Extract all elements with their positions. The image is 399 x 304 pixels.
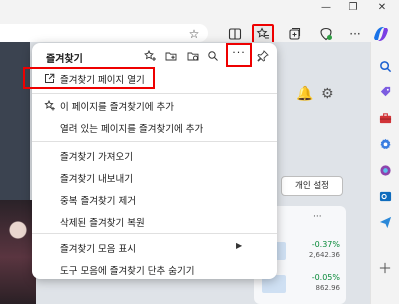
menu-export-favorites[interactable]: 즐겨찾기 내보내기 (32, 166, 277, 188)
sidebar-copilot-icon[interactable] (377, 162, 393, 178)
sidebar-tools-icon[interactable] (377, 110, 393, 126)
sidebar-games-icon[interactable] (377, 136, 393, 152)
menu-show-favorites-bar[interactable]: 즐겨찾기 모음 표시 ▶ (32, 236, 277, 258)
highlight-box (23, 67, 155, 89)
menu-remove-duplicates[interactable]: 중복 즐겨찾기 제거 (32, 188, 277, 210)
menu-add-this-page[interactable]: 이 페이지를 즐겨찾기에 추가 (32, 94, 277, 116)
stock-more-icon[interactable]: ··· (313, 212, 322, 222)
sidebar-add-icon[interactable] (377, 260, 393, 276)
close-icon[interactable]: ✕ (372, 2, 392, 13)
menu-item-label: 즐겨찾기 가져오기 (60, 152, 133, 163)
menu-restore-deleted[interactable]: 삭제된 즐겨찾기 복원 (32, 210, 277, 232)
star-add-icon (42, 98, 56, 112)
stock-value: 862.96 (315, 284, 341, 292)
menu-divider (32, 141, 277, 142)
address-bar[interactable] (0, 24, 208, 42)
star-icon[interactable]: ☆ (183, 24, 205, 44)
sidebar-shopping-icon[interactable] (377, 84, 393, 100)
menu-import-favorites[interactable]: 즐겨찾기 가져오기 (32, 144, 277, 166)
search-favorites-icon[interactable] (206, 49, 220, 63)
favorites-panel-title: 즐겨찾기 (46, 54, 83, 65)
menu-item-label: 도구 모음에 즐겨찾기 단추 숨기기 (60, 266, 195, 277)
favorites-button[interactable] (252, 24, 274, 44)
menu-item-label: 중복 즐겨찾기 제거 (60, 196, 136, 207)
stock-change: -0.37% (311, 240, 340, 249)
minimize-icon[interactable]: — (316, 2, 336, 13)
collections-icon[interactable] (284, 24, 306, 44)
personalize-settings-button[interactable]: 개인 설정 (281, 176, 343, 196)
sidebar-search-icon[interactable] (377, 58, 393, 74)
menu-item-label: 즐겨찾기 내보내기 (60, 174, 133, 185)
menu-add-open-pages[interactable]: 열려 있는 페이지를 즐겨찾기에 추가 (32, 116, 277, 138)
sidebar-send-icon[interactable] (377, 214, 393, 230)
stock-change: -0.05% (311, 273, 340, 282)
stock-value: 2,642.36 (308, 251, 340, 259)
article-image[interactable] (0, 200, 36, 304)
manage-favorites-icon[interactable] (186, 49, 200, 63)
pin-favorites-icon[interactable] (256, 49, 270, 63)
menu-hide-favorites-button[interactable]: 도구 모음에 즐겨찾기 단추 숨기기 (32, 258, 277, 280)
menu-item-label: 즐겨찾기 모음 표시 (60, 244, 136, 255)
copilot-icon[interactable] (371, 24, 391, 44)
menu-item-label: 삭제된 즐겨찾기 복원 (60, 218, 145, 229)
menu-item-label: 이 페이지를 즐겨찾기에 추가 (60, 102, 174, 113)
menu-divider (32, 233, 277, 234)
add-page-to-favorites-icon[interactable] (143, 49, 157, 63)
settings-gear-icon[interactable]: ⚙ (321, 86, 334, 102)
more-tools-icon[interactable]: ··· (344, 24, 366, 44)
menu-item-label: 열려 있는 페이지를 즐겨찾기에 추가 (60, 124, 204, 135)
browser-essentials-icon[interactable] (315, 24, 337, 44)
notification-bell-icon[interactable]: 🔔 (296, 86, 313, 102)
add-folder-icon[interactable] (164, 49, 178, 63)
sidebar-outlook-icon[interactable] (377, 188, 393, 204)
split-screen-icon[interactable] (224, 24, 246, 44)
chevron-right-icon: ▶ (236, 241, 243, 250)
more-options-button[interactable]: ··· (226, 43, 252, 67)
restore-icon[interactable]: ❐ (343, 2, 363, 13)
